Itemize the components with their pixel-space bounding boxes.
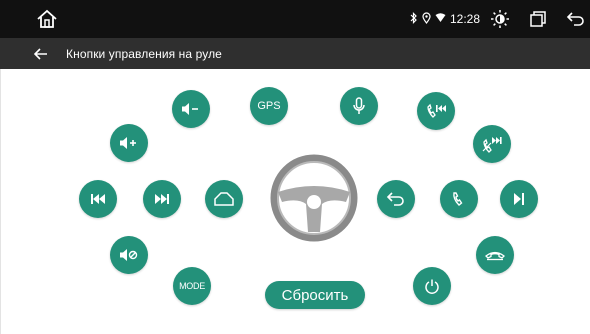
title-bar: Кнопки управления на руле: [0, 38, 590, 69]
return-icon: [386, 192, 404, 206]
back-arrow-icon[interactable]: [30, 43, 52, 65]
hang-up-button[interactable]: [476, 236, 514, 274]
clock: 12:28: [449, 12, 480, 26]
status-bar: 12:28: [0, 0, 590, 38]
page-title: Кнопки управления на руле: [66, 46, 222, 61]
wifi-icon: [435, 12, 446, 26]
volume-down-icon: [182, 103, 198, 115]
status-icons: 12:28: [410, 0, 590, 38]
back-icon[interactable]: [566, 9, 586, 29]
status-indicators: 12:28: [410, 11, 480, 27]
phone-icon: [453, 192, 463, 206]
answer-call-button[interactable]: [440, 180, 478, 218]
home-icon[interactable]: [36, 9, 58, 29]
phone-next-icon: [482, 137, 502, 153]
reset-button[interactable]: Сбросить: [265, 281, 365, 309]
recent-apps-icon[interactable]: [528, 9, 548, 29]
panel-edge: [0, 69, 1, 334]
back-button[interactable]: [377, 180, 415, 218]
bluetooth-icon: [410, 11, 418, 27]
gps-button[interactable]: GPS: [250, 87, 288, 125]
microphone-icon: [353, 97, 365, 114]
power-icon: [425, 279, 439, 294]
mode-button[interactable]: MODE: [173, 267, 211, 305]
volume-up-button[interactable]: [110, 124, 148, 162]
play-pause-button[interactable]: [500, 180, 538, 218]
mute-button[interactable]: [110, 236, 148, 274]
phone-previous-icon: [427, 103, 446, 118]
volume-down-button[interactable]: [172, 90, 210, 128]
gps-label: GPS: [257, 100, 281, 112]
steering-wheel-icon: [270, 154, 358, 242]
location-icon: [422, 11, 431, 27]
mode-label: MODE: [179, 281, 205, 291]
hang-up-icon: [485, 251, 505, 261]
next-track-icon: [155, 194, 169, 204]
voice-button[interactable]: [340, 87, 378, 125]
mute-icon: [120, 249, 138, 261]
home-outline-icon: [214, 192, 234, 206]
volume-up-icon: [120, 137, 136, 149]
play-pause-icon: [514, 193, 524, 205]
previous-track-icon: [91, 194, 105, 204]
call-next-button[interactable]: [473, 125, 511, 163]
power-button[interactable]: [413, 267, 451, 305]
home-button[interactable]: [205, 180, 243, 218]
previous-track-button[interactable]: [79, 180, 117, 218]
next-track-button[interactable]: [143, 180, 181, 218]
call-previous-button[interactable]: [417, 92, 455, 130]
brightness-icon[interactable]: [490, 9, 510, 29]
